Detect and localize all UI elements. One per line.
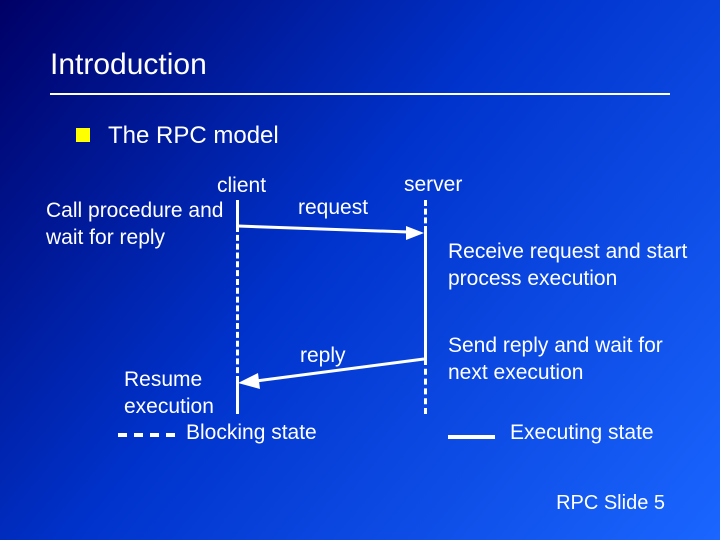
- slide-footer: RPC Slide 5: [556, 492, 665, 515]
- legend-blocking-label: Blocking state: [186, 421, 317, 445]
- slide: Introduction The RPC model client server…: [0, 0, 720, 540]
- bullet-icon: [76, 128, 90, 142]
- request-arrow: [238, 220, 426, 240]
- reply-label: reply: [300, 344, 346, 368]
- legend-dashed-line: [118, 432, 176, 438]
- server-line-dashed-top: [424, 200, 427, 232]
- legend-executing-label: Executing state: [510, 421, 654, 445]
- title-underline: [50, 93, 670, 95]
- server-line-solid: [424, 232, 427, 359]
- client-line-solid-top: [236, 200, 239, 226]
- client-line-solid-bottom: [236, 382, 239, 414]
- legend-solid-line: [448, 435, 495, 439]
- resume-text: Resume execution: [124, 366, 234, 420]
- client-line-dashed: [236, 226, 239, 382]
- client-label: client: [217, 174, 266, 198]
- receive-text: Receive request and start process execut…: [448, 238, 698, 292]
- server-line-dashed-bottom: [424, 359, 427, 414]
- slide-title: Introduction: [50, 48, 207, 82]
- send-text: Send reply and wait for next execution: [448, 332, 698, 386]
- slide-subtitle: The RPC model: [108, 122, 279, 150]
- server-label: server: [404, 173, 462, 197]
- request-label: request: [298, 196, 368, 220]
- call-text: Call procedure and wait for reply: [46, 197, 231, 251]
